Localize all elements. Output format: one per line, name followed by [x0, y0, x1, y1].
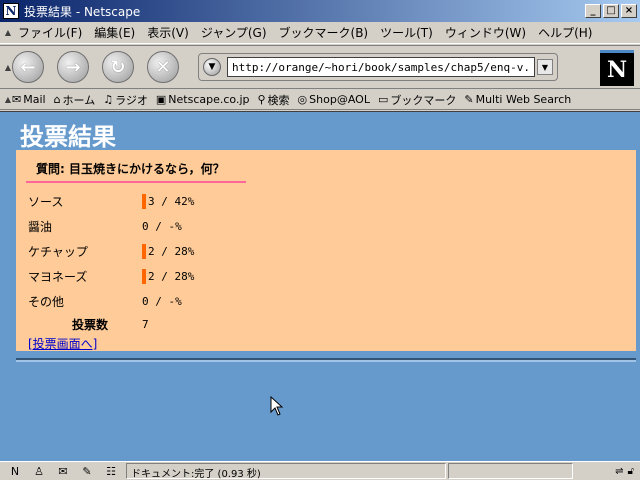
navigation-toolbar: ▲ ← → ↻ ✕ ▼ ▼ N [0, 45, 640, 89]
link-radio[interactable]: ♫ ラジオ [103, 92, 148, 108]
toolbar-grip-icon[interactable]: ▲ [4, 46, 12, 88]
menu-bookmarks[interactable]: ブックマーク(B) [273, 24, 375, 41]
folder-icon: ▭ [377, 93, 389, 106]
menu-window[interactable]: ウィンドウ(W) [439, 24, 532, 41]
horizontal-rule [16, 358, 636, 362]
composer-icon[interactable]: ✎ [78, 464, 96, 478]
close-button[interactable]: × [621, 4, 637, 18]
netscape-logo[interactable]: N [600, 50, 634, 86]
back-arrow-icon: ← [20, 56, 36, 78]
result-value: 2 / 28% [148, 244, 195, 258]
url-input[interactable] [227, 57, 535, 77]
linkbar-grip-icon[interactable]: ▲ [4, 90, 12, 109]
url-dropdown-icon[interactable]: ▼ [537, 59, 553, 75]
minimize-button[interactable]: _ [585, 4, 601, 18]
result-value: 0 / -% [142, 219, 182, 233]
menu-view[interactable]: 表示(V) [141, 24, 195, 41]
result-label: その他 [28, 294, 65, 309]
result-label: ケチャップ [28, 244, 88, 259]
vote-bar [142, 243, 146, 259]
result-row: 醤油 0 / -% [28, 216, 182, 236]
reload-button[interactable]: ↻ [102, 51, 134, 83]
link-search[interactable]: ⚲ 検索 [257, 92, 289, 108]
forward-arrow-icon: → [65, 56, 81, 78]
web-search-icon: ✎ [464, 93, 474, 106]
stop-icon: ✕ [155, 56, 171, 78]
vote-bar [142, 268, 146, 284]
search-icon: ⚲ [257, 93, 266, 106]
result-label: 醤油 [28, 219, 53, 234]
link-home[interactable]: ⌂ ホーム [54, 92, 96, 108]
page-title: 投票結果 [20, 123, 116, 151]
home-icon: ⌂ [53, 93, 61, 106]
total-label: 投票数 [71, 317, 108, 332]
result-row: マヨネーズ 2 / 28% [28, 266, 194, 286]
address-book-icon[interactable]: ☷ [102, 464, 120, 478]
radio-icon: ♫ [103, 93, 114, 106]
result-value: 3 / 42% [148, 194, 195, 208]
result-label: マヨネーズ [28, 269, 88, 284]
aim-icon[interactable]: ♙ [30, 464, 48, 478]
window-title: 投票結果 - Netscape [24, 4, 141, 19]
progress-bar [448, 463, 573, 479]
result-label: ソース [28, 194, 64, 209]
mail-icon: ✉ [12, 93, 22, 106]
mouse-cursor-icon [270, 396, 284, 416]
menu-file[interactable]: ファイル(F) [12, 24, 88, 41]
link-netscape-jp[interactable]: ▣ Netscape.co.jp [156, 93, 250, 106]
menu-help[interactable]: ヘルプ(H) [532, 24, 598, 41]
link-mail[interactable]: ✉ Mail [12, 93, 46, 106]
maximize-button[interactable]: □ [603, 4, 619, 18]
netscape-app-icon: N [3, 3, 19, 19]
menu-bar: ▲ ファイル(F) 編集(E) 表示(V) ジャンプ(G) ブックマーク(B) … [0, 22, 640, 44]
security-lock-icon[interactable]: 🔓︎ [628, 466, 634, 477]
go-icon[interactable]: ▼ [203, 58, 221, 76]
link-shop-aol[interactable]: ◎ Shop@AOL [298, 93, 370, 106]
aol-icon: ◎ [297, 93, 308, 106]
reload-icon: ↻ [110, 56, 126, 78]
back-to-vote-link[interactable]: [投票画面へ] [28, 335, 97, 352]
netscape-status-icon[interactable]: N [6, 464, 24, 478]
personal-toolbar: ▲ ✉ Mail ⌂ ホーム ♫ ラジオ ▣ Netscape.co.jp ⚲ … [0, 90, 640, 110]
vote-bar [142, 193, 146, 209]
status-bar: N ♙ ✉ ✎ ☷ ドキュメント:完了 (0.93 秒) ⇌ 🔓︎ [0, 461, 640, 480]
result-row: ソース 3 / 42% [28, 191, 194, 211]
total-row: 投票数 7 [28, 314, 149, 334]
back-button[interactable]: ← [12, 51, 44, 83]
question-text: 質問: 目玉焼きにかけるなら，何？ [26, 158, 246, 183]
result-value: 0 / -% [142, 294, 182, 308]
link-bookmarks[interactable]: ▭ ブックマーク [378, 92, 456, 108]
menu-edit[interactable]: 編集(E) [88, 24, 141, 41]
forward-button[interactable]: → [57, 51, 89, 83]
result-value: 2 / 28% [148, 269, 195, 283]
status-text: ドキュメント:完了 (0.93 秒) [126, 463, 446, 480]
results-box: 質問: 目玉焼きにかけるなら，何？ ソース 3 / 42% 醤油 0 / -% … [16, 150, 636, 351]
my-icon: ▣ [155, 93, 167, 106]
stop-button[interactable]: ✕ [147, 51, 179, 83]
online-status-icon[interactable]: ⇌ [615, 466, 623, 477]
page-content: 投票結果 質問: 目玉焼きにかけるなら，何？ ソース 3 / 42% 醤油 0 … [0, 111, 640, 461]
menu-tools[interactable]: ツール(T) [374, 24, 439, 41]
menu-grip-icon[interactable]: ▲ [4, 22, 12, 43]
result-row: その他 0 / -% [28, 291, 182, 311]
menu-go[interactable]: ジャンプ(G) [195, 24, 273, 41]
title-bar: N 投票結果 - Netscape _ □ × [0, 0, 640, 22]
link-multi-web-search[interactable]: ✎ Multi Web Search [464, 93, 571, 106]
location-bar: ▼ ▼ [198, 53, 558, 81]
mail-status-icon[interactable]: ✉ [54, 464, 72, 478]
result-row: ケチャップ 2 / 28% [28, 241, 194, 261]
total-value: 7 [142, 317, 149, 331]
